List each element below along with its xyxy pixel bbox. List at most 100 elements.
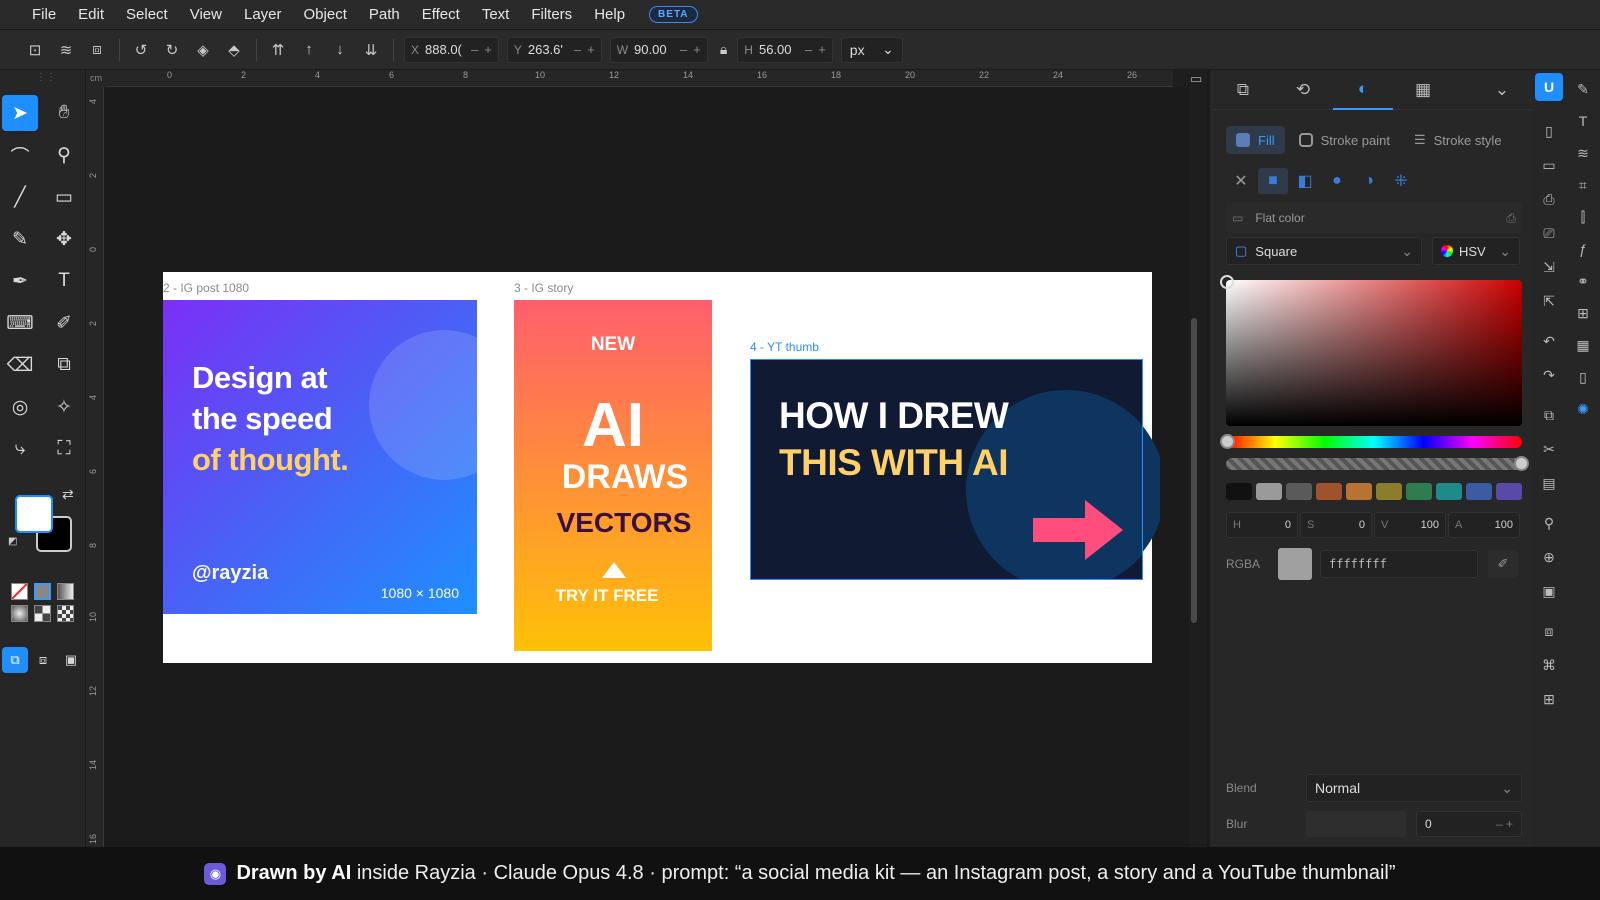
artboard-tool-icon[interactable]: ⛶ — [46, 431, 82, 467]
flip-vertical-icon[interactable]: ⬘ — [223, 39, 245, 61]
pen-tool-icon[interactable]: ✒ — [2, 263, 38, 299]
ig-story-artboard[interactable]: NEW AI DRAWS VECTORS TRY IT FREE — [514, 300, 712, 651]
transform-tool-icon[interactable]: ✥ — [46, 221, 82, 257]
radial-gradient-icon[interactable]: ● — [1322, 168, 1352, 194]
ig-post-headline-3[interactable]: of thought. — [192, 442, 349, 478]
v-input[interactable]: V 100 — [1374, 512, 1446, 538]
y-decrement[interactable]: – — [574, 42, 581, 57]
mesh-gradient-icon[interactable]: ◑ — [1354, 168, 1384, 194]
y-value[interactable]: 263.6' — [528, 42, 568, 57]
color-mode-select[interactable]: HSV ⌄ — [1432, 237, 1520, 265]
default-colors-icon[interactable]: ◩ — [8, 536, 17, 547]
paint-none-button[interactable] — [11, 583, 28, 600]
swatches-icon[interactable]: ▦ — [1572, 334, 1594, 356]
save-icon[interactable]: ⎙ — [1538, 188, 1560, 210]
a-input[interactable]: A 100 — [1448, 512, 1520, 538]
current-color-preview[interactable] — [1278, 548, 1312, 580]
fill-tab[interactable]: Fill — [1226, 126, 1285, 154]
connector-tool-icon[interactable]: ⤷ — [2, 431, 38, 467]
yt-headline-1[interactable]: HOW I DREW — [779, 395, 1009, 437]
menu-file[interactable]: File — [32, 6, 56, 23]
ruler-left[interactable]: 4 2 0 2 4 6 8 10 12 14 16 — [86, 87, 104, 847]
node-tool-icon[interactable]: ⌒ — [2, 137, 38, 173]
snap-toggle-icon[interactable]: ⧉ — [2, 647, 28, 673]
eyedropper-button[interactable]: ✐ — [1488, 550, 1518, 578]
zoom-drawing-icon[interactable]: ⊕ — [1538, 546, 1560, 568]
document-properties-icon[interactable]: ▯ — [1572, 366, 1594, 388]
story-cta[interactable]: TRY IT FREE — [514, 586, 706, 606]
h-field[interactable]: H 56.00 – + — [737, 36, 833, 63]
select-all-icon[interactable]: ⧈ — [86, 39, 108, 61]
y-increment[interactable]: + — [587, 42, 595, 57]
hue-slider[interactable] — [1226, 436, 1522, 448]
user-button[interactable]: U — [1535, 73, 1563, 101]
h-increment[interactable]: + — [818, 42, 826, 57]
cut-icon[interactable]: ✂ — [1538, 438, 1560, 460]
rotate-cw-icon[interactable]: ↻ — [161, 39, 183, 61]
clone-icon[interactable]: ⌘ — [1538, 654, 1560, 676]
copy-icon[interactable]: ⧉ — [1538, 404, 1560, 426]
pattern-icon[interactable]: ⁜ — [1386, 168, 1416, 194]
symbols-icon[interactable]: ⊞ — [1572, 302, 1594, 324]
x-increment[interactable]: + — [484, 42, 492, 57]
text-box-tool-icon[interactable]: ⌨ — [2, 305, 38, 341]
color-swatch[interactable] — [1496, 483, 1522, 500]
magic-wand-tool-icon[interactable]: ✧ — [46, 389, 82, 425]
paint-mesh-button[interactable] — [34, 605, 51, 622]
ig-post-label[interactable]: 2 - IG post 1080 — [163, 281, 249, 295]
menu-object[interactable]: Object — [304, 6, 347, 23]
rectangle-tool-icon[interactable]: ▭ — [46, 179, 82, 215]
ruler-unit[interactable]: cm — [86, 70, 106, 87]
snap-bbox-icon[interactable]: ▣ — [58, 647, 84, 673]
grip-icon[interactable]: ⋮⋮ — [36, 72, 56, 83]
stroke-style-tab[interactable]: ☰ Stroke style — [1404, 126, 1512, 154]
zoom-tool-icon[interactable]: ⚲ — [46, 137, 82, 173]
ig-post-headline-2[interactable]: the speed — [192, 401, 333, 437]
flat-color-icon[interactable]: ■ — [1258, 168, 1288, 194]
color-swatch[interactable] — [1256, 483, 1282, 500]
line-tool-icon[interactable]: ╱ — [2, 179, 38, 215]
fill-stroke-tab-icon[interactable]: ◐ — [1333, 70, 1393, 110]
duplicate-icon[interactable]: ⧈ — [1538, 620, 1560, 642]
paste-icon[interactable]: ▤ — [1538, 472, 1560, 494]
arrow-right-icon[interactable] — [1033, 500, 1125, 560]
menu-select[interactable]: Select — [126, 6, 168, 23]
history-tab-icon[interactable]: ⟲ — [1273, 70, 1333, 110]
stroke-paint-tab[interactable]: Stroke paint — [1289, 126, 1400, 154]
menu-view[interactable]: View — [190, 6, 222, 23]
ig-post-size[interactable]: 1080 × 1080 — [381, 585, 459, 601]
menu-effect[interactable]: Effect — [422, 6, 460, 23]
open-folder-icon[interactable]: ▭ — [1538, 154, 1560, 176]
eraser-tool-icon[interactable]: ⌫ — [2, 347, 38, 383]
export-icon[interactable]: ⇱ — [1538, 290, 1560, 312]
lower-to-bottom-icon[interactable]: ⇊ — [360, 39, 382, 61]
w-value[interactable]: 90.00 — [634, 42, 674, 57]
blend-mode-select[interactable]: Normal ⌄ — [1306, 774, 1522, 802]
font-icon[interactable]: ƒ — [1572, 238, 1594, 260]
text-tool-icon[interactable]: T — [46, 263, 82, 299]
menu-filters[interactable]: Filters — [531, 6, 572, 23]
redo-icon[interactable]: ↷ — [1538, 364, 1560, 386]
menu-edit[interactable]: Edit — [78, 6, 104, 23]
save-swatch-icon[interactable]: ⎙ — [1506, 211, 1516, 226]
menu-layer[interactable]: Layer — [244, 6, 282, 23]
x-value[interactable]: 888.0( — [425, 42, 465, 57]
w-field[interactable]: W 90.00 – + — [609, 36, 708, 63]
yt-headline-2[interactable]: THIS WITH AI — [779, 442, 1009, 484]
spiral-tool-icon[interactable]: ◎ — [2, 389, 38, 425]
eyedropper-tool-icon[interactable]: ✐ — [46, 305, 82, 341]
story-new[interactable]: NEW — [514, 334, 712, 356]
preferences-icon[interactable]: ✺ — [1572, 398, 1594, 420]
ig-post-handle[interactable]: @rayzia — [192, 562, 268, 585]
raise-icon[interactable]: ↑ — [298, 39, 320, 61]
w-decrement[interactable]: – — [680, 42, 687, 57]
hue-slider-knob[interactable] — [1220, 434, 1235, 449]
paint-linear-button[interactable] — [57, 583, 74, 600]
unit-select[interactable]: px ⌄ — [840, 36, 903, 63]
picker-shape-select[interactable]: ▢ Square ⌄ — [1226, 237, 1422, 265]
print-icon[interactable]: ⎚ — [1538, 222, 1560, 244]
color-swatch[interactable] — [1346, 483, 1372, 500]
story-draws[interactable]: DRAWS — [526, 458, 712, 497]
blur-steppers[interactable]: – + — [1496, 817, 1513, 831]
color-swatch[interactable] — [1286, 483, 1312, 500]
